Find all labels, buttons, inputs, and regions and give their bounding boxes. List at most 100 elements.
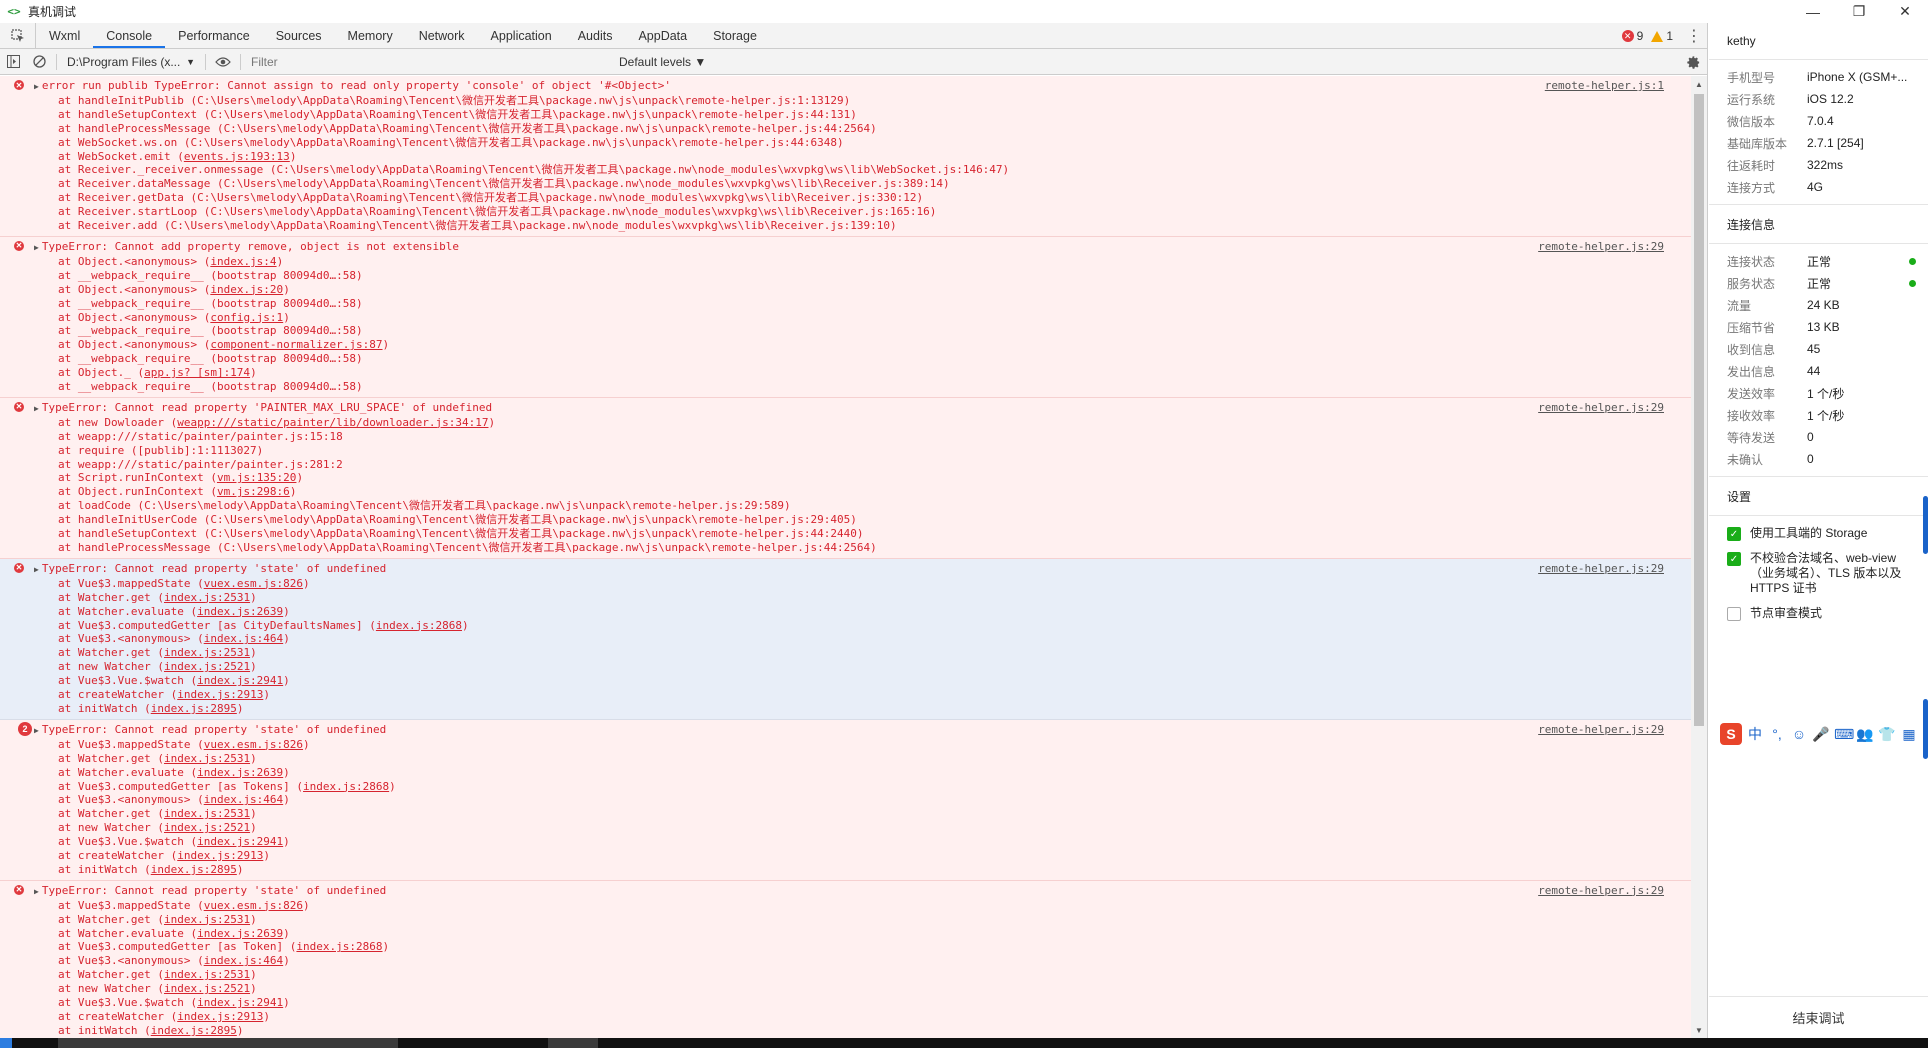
source-link[interactable]: remote-helper.js:29 [1538,401,1664,415]
sidebar-toggle-icon[interactable] [0,49,26,75]
stack-link[interactable]: index.js:2913 [177,849,263,862]
expand-triangle-icon[interactable]: ▶ [34,243,39,252]
stack-link[interactable]: index.js:464 [204,632,283,645]
start-button[interactable] [0,1038,12,1048]
ime-toolbar-handle[interactable] [1923,699,1928,759]
inspect-element-icon[interactable] [0,23,36,48]
console-error-message[interactable]: ✕ ▶ TypeError: Cannot read property 'state… [0,880,1692,1038]
stack-link[interactable]: vuex.esm.js:826 [204,738,303,751]
stack-link[interactable]: index.js:2531 [164,807,250,820]
tab-application[interactable]: Application [478,23,565,48]
stack-link[interactable]: events.js:193:13 [184,150,290,163]
end-debug-button[interactable]: 结束调试 [1709,996,1928,1038]
stack-link[interactable]: index.js:20 [210,283,283,296]
stack-link[interactable]: index.js:2868 [376,619,462,632]
more-options-icon[interactable]: ⋮ [1681,26,1707,46]
ime-tool-icon[interactable]: 👕 [1878,726,1896,743]
stack-link[interactable]: index.js:2521 [164,660,250,673]
setting-option[interactable]: 节点审查模式 [1709,606,1928,621]
stack-link[interactable]: index.js:2531 [164,646,250,659]
ime-tool-icon[interactable]: 中 [1746,724,1764,744]
setting-checkbox[interactable]: ✓ [1727,527,1741,541]
stack-link[interactable]: index.js:2895 [151,1024,237,1037]
source-link[interactable]: remote-helper.js:29 [1538,240,1664,254]
tab-network[interactable]: Network [406,23,478,48]
stack-link[interactable]: index.js:2913 [177,1010,263,1023]
stack-link[interactable]: index.js:2895 [151,702,237,715]
source-link[interactable]: remote-helper.js:29 [1538,562,1664,576]
message-text[interactable]: ▶ error run publib TypeError: Cannot assi… [0,79,1692,94]
clear-console-icon[interactable] [26,49,52,75]
filter-input[interactable] [245,51,605,72]
ime-tool-icon[interactable]: ▦ [1900,726,1918,743]
expand-triangle-icon[interactable]: ▶ [34,82,39,91]
ime-tool-icon[interactable]: 🎤 [1812,726,1830,743]
stack-link[interactable]: vuex.esm.js:826 [204,899,303,912]
setting-checkbox[interactable] [1727,607,1741,621]
stack-link[interactable]: index.js:2531 [164,913,250,926]
console-error-message[interactable]: ✕ ▶ error run publib TypeError: Cannot ass… [0,76,1692,237]
stack-link[interactable]: config.js:1 [210,311,283,324]
setting-checkbox[interactable]: ✓ [1727,552,1741,566]
stack-link[interactable]: index.js:2941 [197,996,283,1009]
scroll-up-arrow-icon[interactable]: ▲ [1691,76,1707,92]
stack-link[interactable]: weapp:///static/painter/lib/downloader.j… [177,416,488,429]
stack-link[interactable]: index.js:2868 [296,940,382,953]
stack-link[interactable]: index.js:2913 [177,688,263,701]
minimize-button[interactable]: — [1790,0,1836,23]
close-button[interactable]: ✕ [1882,0,1928,23]
stack-link[interactable]: vm.js:298:6 [217,485,290,498]
tab-storage[interactable]: Storage [700,23,770,48]
stack-link[interactable]: index.js:2521 [164,821,250,834]
message-text[interactable]: ▶ TypeError: Cannot add property remove, … [0,240,1692,255]
taskbar-app[interactable] [548,1038,598,1048]
panel-scrollbar[interactable] [1923,496,1928,554]
stack-link[interactable]: index.js:464 [204,793,283,806]
message-text[interactable]: ▶ TypeError: Cannot read property 'state'… [0,562,1692,577]
console-error-message[interactable]: 2 ▶ TypeError: Cannot read property 'state… [0,719,1692,881]
scroll-down-arrow-icon[interactable]: ▼ [1691,1022,1707,1038]
stack-link[interactable]: index.js:2941 [197,835,283,848]
ime-tool-icon[interactable]: ☺ [1790,726,1808,742]
stack-link[interactable]: index.js:2639 [197,766,283,779]
stack-link[interactable]: index.js:4 [210,255,276,268]
tab-sources[interactable]: Sources [263,23,335,48]
message-text[interactable]: ▶ TypeError: Cannot read property 'state'… [0,884,1692,899]
expand-triangle-icon[interactable]: ▶ [34,726,39,735]
ime-tool-icon[interactable]: ⌨ [1834,726,1854,743]
maximize-button[interactable]: ❐ [1836,0,1882,23]
expand-triangle-icon[interactable]: ▶ [34,404,39,413]
stack-link[interactable]: index.js:2868 [303,780,389,793]
tab-audits[interactable]: Audits [565,23,626,48]
taskbar-app[interactable] [58,1038,398,1048]
stack-link[interactable]: index.js:2639 [197,605,283,618]
console-error-message[interactable]: ✕ ▶ TypeError: Cannot read property 'state… [0,558,1692,720]
console-scrollbar[interactable]: ▲ ▼ [1691,76,1707,1038]
console-messages[interactable]: ✕ ▶ error run publib TypeError: Cannot ass… [0,76,1692,1038]
tab-appdata[interactable]: AppData [625,23,700,48]
source-link[interactable]: remote-helper.js:29 [1538,723,1664,737]
stack-link[interactable]: index.js:2895 [151,863,237,876]
console-settings-gear-icon[interactable] [1686,49,1701,75]
ime-toolbar[interactable]: S 中 °, ☺ 🎤 ⌨ 👥 👕 ▦ [1720,723,1918,745]
ime-tool-icon[interactable]: °, [1768,726,1786,742]
sogou-logo-icon[interactable]: S [1720,723,1742,745]
stack-link[interactable]: index.js:2639 [197,927,283,940]
stack-link[interactable]: index.js:2531 [164,752,250,765]
scrollbar-thumb[interactable] [1694,94,1704,726]
console-error-message[interactable]: ✕ ▶ TypeError: Cannot add property remove,… [0,236,1692,398]
log-levels-dropdown[interactable]: Default levels ▼ [619,55,706,69]
source-link[interactable]: remote-helper.js:1 [1545,79,1664,93]
stack-link[interactable]: vm.js:135:20 [217,471,296,484]
message-text[interactable]: ▶ TypeError: Cannot read property 'PAINTE… [0,401,1692,416]
tab-wxml[interactable]: Wxml [36,23,93,48]
console-error-message[interactable]: ✕ ▶ TypeError: Cannot read property 'PAINT… [0,397,1692,559]
message-text[interactable]: ▶ TypeError: Cannot read property 'state'… [0,723,1692,738]
setting-option[interactable]: ✓ 使用工具端的 Storage [1709,526,1928,541]
stack-link[interactable]: index.js:2531 [164,591,250,604]
stack-link[interactable]: index.js:2531 [164,968,250,981]
error-count-badge[interactable]: ✕ 9 1 [1621,29,1673,43]
expand-triangle-icon[interactable]: ▶ [34,887,39,896]
stack-link[interactable]: app.js? [sm]:174 [144,366,250,379]
tab-performance[interactable]: Performance [165,23,263,48]
